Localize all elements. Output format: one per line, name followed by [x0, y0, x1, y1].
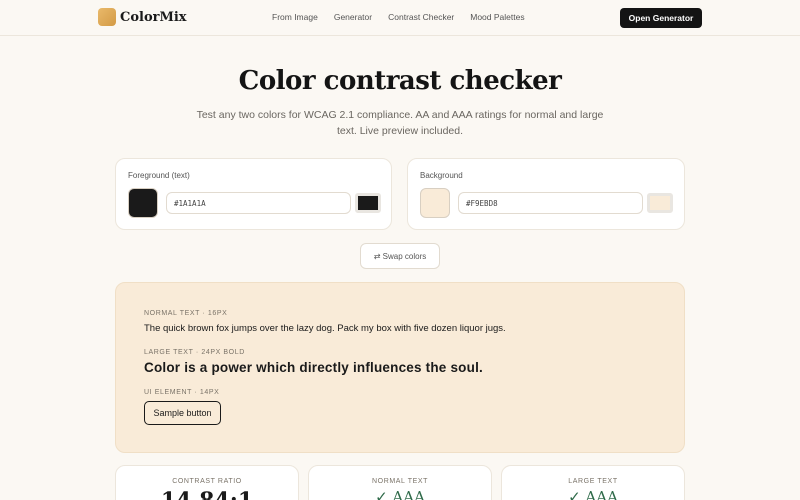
background-swatch[interactable]: [647, 193, 673, 213]
nav-links: From Image Generator Contrast Checker Mo…: [272, 12, 541, 22]
nav-link-from-image[interactable]: From Image: [272, 12, 318, 22]
foreground-label: Foreground (text): [128, 171, 190, 180]
ui-element-caption: UI ELEMENT · 14PX: [144, 389, 220, 396]
swap-colors-button[interactable]: ⇄ Swap colors: [360, 243, 440, 269]
top-nav-bar: ColorMix From Image Generator Contrast C…: [0, 0, 800, 36]
large-text-sample: Color is a power which directly influenc…: [144, 360, 483, 375]
contrast-ratio-value: 14.84:1: [116, 488, 298, 500]
large-text-result-card: LARGE TEXT ✓ AAA: [501, 465, 685, 500]
background-hex-input[interactable]: [458, 192, 643, 214]
live-preview-panel: NORMAL TEXT · 16PX The quick brown fox j…: [115, 282, 685, 453]
sample-button[interactable]: Sample button: [144, 401, 221, 425]
nav-link-mood-palettes[interactable]: Mood Palettes: [470, 12, 524, 22]
foreground-color-picker[interactable]: [128, 188, 158, 218]
page-title: Color contrast checker: [238, 66, 562, 96]
large-text-result-value: ✓ AAA: [568, 488, 618, 500]
logo[interactable]: ColorMix: [98, 8, 187, 26]
contrast-ratio-card: CONTRAST RATIO 14.84:1: [115, 465, 299, 500]
nav-link-generator[interactable]: Generator: [334, 12, 372, 22]
normal-text-result-value: ✓ AAA: [375, 488, 425, 500]
background-label: Background: [420, 171, 463, 180]
foreground-card: Foreground (text): [115, 158, 392, 230]
large-text-caption: LARGE TEXT · 24PX BOLD: [144, 349, 245, 356]
background-color-picker[interactable]: [420, 188, 450, 218]
large-text-result-label: LARGE TEXT: [568, 478, 618, 485]
background-card: Background: [407, 158, 685, 230]
open-generator-button[interactable]: Open Generator: [620, 8, 702, 28]
normal-text-result-label: NORMAL TEXT: [372, 478, 428, 485]
normal-text-sample: The quick brown fox jumps over the lazy …: [144, 323, 506, 334]
contrast-ratio-label: CONTRAST RATIO: [172, 478, 242, 485]
normal-text-caption: NORMAL TEXT · 16PX: [144, 310, 228, 317]
brand-name: ColorMix: [120, 9, 187, 25]
foreground-hex-input[interactable]: [166, 192, 351, 214]
nav-link-contrast-checker[interactable]: Contrast Checker: [388, 12, 454, 22]
logo-icon: [98, 8, 116, 26]
normal-text-result-card: NORMAL TEXT ✓ AAA: [308, 465, 492, 500]
foreground-swatch[interactable]: [355, 193, 381, 213]
page-subtitle: Test any two colors for WCAG 2.1 complia…: [196, 109, 604, 137]
